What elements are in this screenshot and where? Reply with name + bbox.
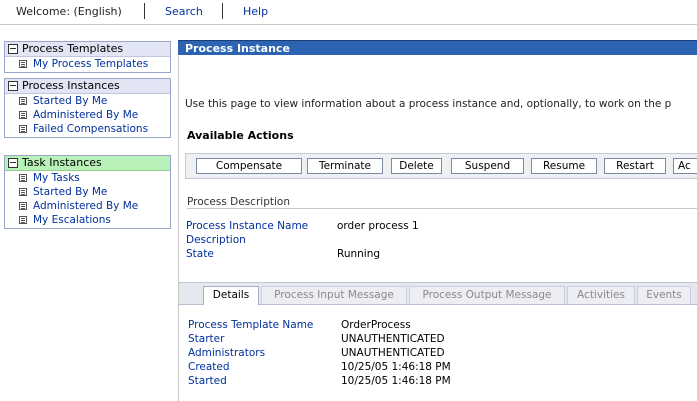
main-body: Use this page to view information about … xyxy=(178,56,697,401)
detail-value: UNAUTHENTICATED xyxy=(341,347,445,359)
nav-item-label: My Tasks xyxy=(33,172,80,184)
tab-activities[interactable]: Activities xyxy=(567,286,635,304)
tab-process-output-message[interactable]: Process Output Message xyxy=(409,286,565,304)
field-value: Running xyxy=(337,248,381,260)
nav-item-task-administered-by-me[interactable]: Administered By Me xyxy=(5,199,170,213)
restart-button[interactable]: Restart xyxy=(604,158,666,174)
divider xyxy=(144,3,145,19)
nav-item-my-escalations[interactable]: My Escalations xyxy=(5,213,170,227)
list-icon xyxy=(19,188,27,196)
nav-item-administered-by-me[interactable]: Administered By Me xyxy=(5,108,170,122)
nav-process-templates: Process Templates My Process Templates xyxy=(4,41,171,73)
action-toolbar: Compensate Terminate Delete Suspend Resu… xyxy=(185,153,697,179)
nav-header-process-templates[interactable]: Process Templates xyxy=(5,42,170,57)
welcome-language-link[interactable]: Welcome: (English) xyxy=(16,5,122,18)
more-actions-button[interactable]: Ac xyxy=(673,158,697,174)
field-label: State xyxy=(186,248,214,260)
detail-value: 10/25/05 1:46:18 PM xyxy=(341,375,451,387)
collapse-icon[interactable] xyxy=(8,81,18,91)
help-link[interactable]: Help xyxy=(243,5,268,18)
detail-label: Administrators xyxy=(188,347,266,359)
tab-details[interactable]: Details xyxy=(203,286,259,305)
nav-item-label: Failed Compensations xyxy=(33,123,149,135)
list-icon xyxy=(19,216,27,224)
nav-item-my-tasks[interactable]: My Tasks xyxy=(5,171,170,185)
top-bar: Welcome: (English) Search Help xyxy=(0,0,697,25)
field-label: Description xyxy=(186,234,246,246)
tab-strip: Details Process Input Message Process Ou… xyxy=(179,283,697,305)
available-actions-title: Available Actions xyxy=(187,129,294,142)
list-icon xyxy=(19,60,27,68)
detail-label: Created xyxy=(188,361,230,373)
list-icon xyxy=(19,202,27,210)
detail-value: 10/25/05 1:46:18 PM xyxy=(341,361,451,373)
page-title: Process Instance xyxy=(178,40,697,55)
nav-item-my-process-templates[interactable]: My Process Templates xyxy=(5,57,170,71)
detail-label: Starter xyxy=(188,333,225,345)
collapse-icon[interactable] xyxy=(8,44,18,54)
details-tab-panel: Details Process Input Message Process Ou… xyxy=(179,282,697,401)
tab-events[interactable]: Events xyxy=(637,286,691,304)
delete-button[interactable]: Delete xyxy=(391,158,442,174)
terminate-button[interactable]: Terminate xyxy=(307,158,383,174)
nav-header-label: Task Instances xyxy=(22,156,102,169)
suspend-button[interactable]: Suspend xyxy=(451,158,524,174)
detail-value: OrderProcess xyxy=(341,319,411,331)
nav-task-instances: Task Instances My Tasks Started By Me Ad… xyxy=(4,155,171,229)
nav-item-label: Started By Me xyxy=(33,186,108,198)
collapse-icon[interactable] xyxy=(8,158,18,168)
field-label: Process Instance Name xyxy=(186,220,309,232)
detail-label: Process Template Name xyxy=(188,319,314,331)
detail-label: Started xyxy=(188,375,227,387)
nav-header-process-instances[interactable]: Process Instances xyxy=(5,79,170,94)
field-value: order process 1 xyxy=(337,220,419,232)
nav-header-label: Process Templates xyxy=(22,42,124,55)
nav-header-task-instances[interactable]: Task Instances xyxy=(5,156,170,171)
resume-button[interactable]: Resume xyxy=(531,158,597,174)
nav-item-task-started-by-me[interactable]: Started By Me xyxy=(5,185,170,199)
process-description-heading: Process Description xyxy=(187,196,290,208)
list-icon xyxy=(19,174,27,182)
section-divider xyxy=(187,208,697,209)
detail-value: UNAUTHENTICATED xyxy=(341,333,445,345)
nav-item-label: My Escalations xyxy=(33,214,111,226)
nav-item-label: Administered By Me xyxy=(33,200,139,212)
nav-process-instances: Process Instances Started By Me Administ… xyxy=(4,78,171,138)
nav-item-label: My Process Templates xyxy=(33,58,149,70)
tab-process-input-message[interactable]: Process Input Message xyxy=(261,286,407,304)
nav-item-label: Started By Me xyxy=(33,95,108,107)
search-link[interactable]: Search xyxy=(165,5,203,18)
list-icon xyxy=(19,111,27,119)
page-intro: Use this page to view information about … xyxy=(185,98,672,110)
compensate-button[interactable]: Compensate xyxy=(196,158,302,174)
nav-header-label: Process Instances xyxy=(22,79,120,92)
nav-item-failed-compensations[interactable]: Failed Compensations xyxy=(5,122,170,136)
list-icon xyxy=(19,97,27,105)
nav-item-started-by-me[interactable]: Started By Me xyxy=(5,94,170,108)
nav-item-label: Administered By Me xyxy=(33,109,139,121)
list-icon xyxy=(19,125,27,133)
divider xyxy=(222,3,223,19)
main-panel: Process Instance Use this page to view i… xyxy=(178,40,697,401)
